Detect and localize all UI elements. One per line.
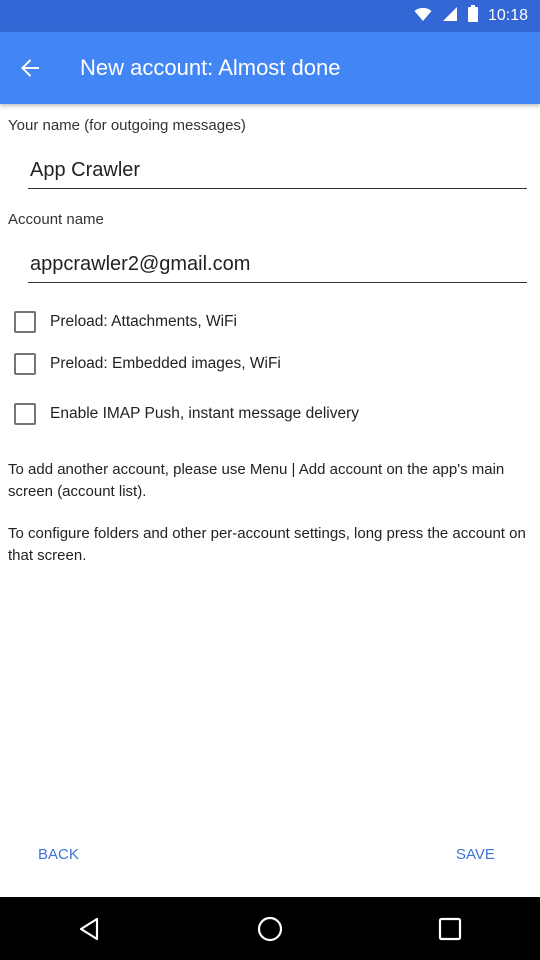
nav-home-icon[interactable]: [240, 899, 300, 959]
checkbox-box[interactable]: [14, 311, 36, 333]
preload-attachments-checkbox[interactable]: Preload: Attachments, WiFi: [14, 308, 237, 336]
imap-push-checkbox[interactable]: Enable IMAP Push, instant message delive…: [14, 400, 359, 428]
signal-icon: [442, 6, 458, 27]
system-nav-bar: [0, 897, 540, 960]
wifi-icon: [414, 6, 432, 27]
checkbox-box[interactable]: [14, 353, 36, 375]
nav-recents-icon[interactable]: [420, 899, 480, 959]
checkbox-label: Enable IMAP Push, instant message delive…: [50, 405, 360, 422]
your-name-label: Your name (for outgoing messages): [8, 117, 246, 134]
preload-embedded-images-checkbox[interactable]: Preload: Embedded images, WiFi: [14, 350, 281, 378]
app-bar: New account: Almost done: [0, 32, 540, 104]
back-button[interactable]: BACK: [38, 846, 79, 863]
checkbox-label: Preload: Attachments, WiFi: [50, 313, 237, 330]
status-bar: 10:18: [0, 0, 540, 32]
help-text-add-account: To add another account, please use Menu …: [8, 461, 505, 500]
battery-icon: [467, 5, 478, 27]
checkbox-label: Preload: Embedded images, WiFi: [50, 355, 281, 372]
account-name-label: Account name: [8, 211, 104, 228]
save-button[interactable]: SAVE: [456, 846, 495, 863]
page-title: New account: Almost done: [80, 55, 341, 80]
account-name-input[interactable]: appcrawler2@gmail.com: [28, 245, 527, 283]
nav-back-icon[interactable]: [60, 899, 120, 959]
status-icons: 10:18: [414, 5, 528, 27]
status-time: 10:18: [487, 7, 528, 24]
your-name-input[interactable]: App Crawler: [28, 151, 527, 189]
checkbox-box[interactable]: [14, 403, 36, 425]
back-arrow-icon[interactable]: [14, 54, 46, 82]
help-text-configure: To configure folders and other per-accou…: [8, 525, 526, 564]
